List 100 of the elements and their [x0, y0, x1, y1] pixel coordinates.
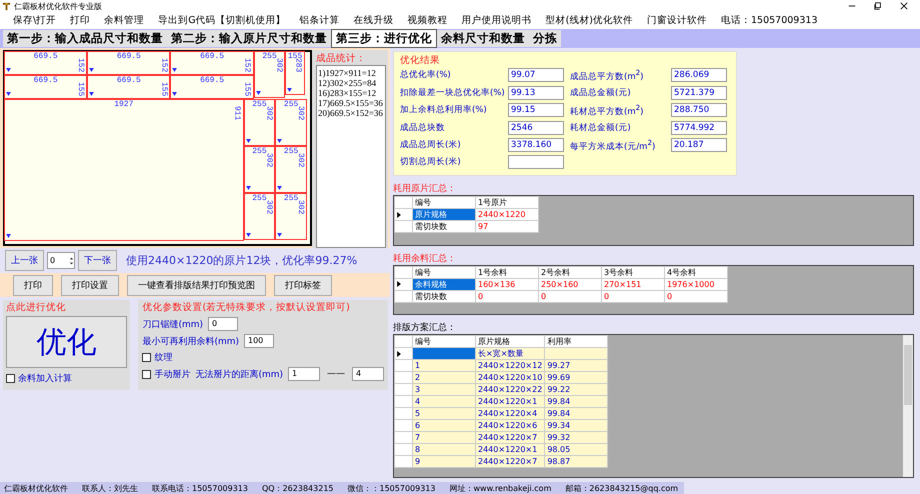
app-logo-icon — [2, 2, 11, 10]
row-pointer-icon — [397, 281, 401, 288]
column-header: 原片规格 — [476, 336, 545, 348]
table-cell: 2440×1220×10 — [476, 372, 545, 384]
column-header: 1号余料 — [476, 266, 538, 278]
table-cell: 98.87 — [544, 456, 608, 468]
table-cell: 2440×1220×7 — [476, 432, 545, 444]
scrollbar[interactable] — [903, 335, 913, 478]
row-header[interactable] — [394, 348, 412, 360]
checkbox[interactable] — [6, 374, 15, 383]
result-field[interactable]: 286.069 — [671, 68, 727, 82]
stats-item[interactable]: 20)669.5×152=36 — [318, 108, 384, 118]
menu-item[interactable]: 视频教程 — [400, 14, 455, 27]
stats-item[interactable]: 12)302×255=84 — [318, 78, 384, 88]
table-cell: 长×宽×数量 — [476, 348, 545, 360]
menu-item[interactable]: 导出到G代码【切割机使用】 — [151, 14, 293, 27]
result-field[interactable]: 99.15 — [508, 103, 564, 118]
row-header[interactable] — [394, 208, 412, 221]
arrow-down-icon — [277, 138, 282, 143]
checkbox-label: 手动掰片 — [154, 368, 190, 380]
result-field[interactable] — [508, 155, 564, 170]
checkbox-label: 纹理 — [154, 352, 172, 364]
result-field[interactable]: 2546 — [508, 120, 564, 135]
table-cell: 8 — [412, 444, 476, 456]
result-field[interactable]: 99.07 — [508, 68, 564, 82]
menu-item[interactable]: 余料管理 — [97, 14, 152, 27]
column-header: 1号原片 — [476, 196, 538, 209]
print-button[interactable]: 打印标签 — [274, 274, 332, 296]
result-field[interactable]: 5774.992 — [671, 120, 727, 135]
result-field[interactable]: 20.187 — [671, 138, 727, 152]
checkbox[interactable] — [142, 353, 152, 362]
print-button[interactable]: 一键查看排版结果打印预览图 — [127, 274, 266, 296]
status-text: 仁霸板材优化软件 — [4, 482, 68, 494]
table-cell: 99.22 — [544, 384, 608, 396]
result-field[interactable]: 288.750 — [671, 103, 727, 118]
result-field[interactable]: 5721.379 — [671, 86, 727, 100]
menu-item[interactable]: 用户使用说明书 — [454, 14, 539, 27]
arrow-down-icon — [277, 233, 282, 238]
table-cell: 2440×1220×1 — [476, 396, 545, 408]
column-header: 编号 — [412, 196, 476, 209]
summary-text: 使用2440×1220的原片12块，优化率99.27% — [126, 253, 358, 268]
menu-item[interactable]: 型材(线材)优化软件 — [538, 14, 640, 27]
result-label: 加上余料总利用率(%) — [400, 104, 488, 116]
distance-from-field[interactable]: 1 — [288, 367, 320, 381]
arrow-down-icon — [256, 91, 261, 96]
field-label: 最小可再利用余料(mm) — [142, 336, 239, 348]
step-tab[interactable]: 第一步：输入成品尺寸和数量 — [3, 30, 167, 47]
menu-item[interactable]: 电话：15057009313 — [714, 14, 824, 27]
menu-item[interactable]: 铝条计算 — [292, 14, 347, 27]
min-leftover-field[interactable]: 100 — [244, 334, 274, 348]
piece-height: 302 — [264, 106, 274, 120]
panel-title: 优化参数设置(若无特殊要求，按默认设置即可) — [142, 301, 351, 314]
stats-item[interactable]: 17)669.5×155=36 — [318, 98, 384, 108]
column-header: 4号余料 — [664, 266, 728, 278]
piece-height: 302 — [296, 106, 305, 120]
arrow-down-icon — [246, 186, 251, 190]
menu-item[interactable]: 在线升级 — [346, 14, 401, 27]
step-tab[interactable]: 余料尺寸和数量 — [437, 30, 529, 47]
prev-button[interactable]: 上一张 — [5, 250, 44, 271]
table-cell: 99.27 — [544, 360, 608, 372]
arrow-down-icon — [89, 92, 94, 96]
table-cell: 250×160 — [538, 278, 602, 290]
piece-height: 155 — [242, 82, 252, 96]
stats-item[interactable]: 16)283×155=12 — [318, 88, 384, 98]
kerf-field[interactable]: 0 — [208, 317, 238, 331]
next-button[interactable]: 下一张 — [78, 250, 117, 271]
table-cell: 98.05 — [544, 444, 608, 456]
column-header: 利用率 — [544, 336, 608, 348]
menu-item[interactable]: 保存\打开 — [6, 14, 64, 27]
step-tab[interactable]: 分拣 — [529, 30, 561, 47]
status-text: QQ：2623843215 — [262, 482, 334, 494]
arrow-down-icon — [287, 88, 292, 92]
piece-height: 302 — [264, 153, 274, 168]
checkbox[interactable] — [142, 370, 152, 378]
optimize-button[interactable]: 优化 — [6, 316, 128, 368]
step-tab[interactable]: 第三步：进行优化 — [331, 29, 437, 48]
distance-to-field[interactable]: 4 — [352, 367, 384, 381]
close-icon[interactable] — [900, 2, 908, 10]
result-field[interactable]: 99.13 — [508, 86, 564, 100]
print-button[interactable]: 打印 — [13, 274, 53, 296]
piece-height: 152 — [159, 58, 168, 72]
table-cell: 2440×1220×6 — [476, 420, 545, 432]
table-cell: 5 — [412, 408, 476, 420]
menu-item[interactable]: 打印 — [63, 14, 98, 27]
piece-height: 152 — [76, 58, 86, 72]
stats-item[interactable]: 1)1927×911=12 — [318, 68, 384, 78]
arrow-down-icon — [6, 92, 11, 96]
table-cell: 2440×1220 — [476, 208, 538, 221]
checkbox-label: 余料加入计算 — [18, 372, 72, 385]
table-cell: 0 — [476, 290, 538, 302]
print-button[interactable]: 打印设置 — [61, 274, 119, 296]
table-cell: 0 — [538, 290, 602, 302]
page-spinner[interactable]: 0 — [47, 252, 75, 269]
arrow-down-icon — [6, 68, 11, 72]
table-cell: 需切块数 — [412, 290, 476, 302]
step-tab[interactable]: 第二步：输入原片尺寸和数量 — [167, 30, 331, 47]
row-header[interactable] — [394, 278, 412, 290]
maximize-icon[interactable] — [874, 2, 882, 10]
result-field[interactable]: 3378.160 — [508, 138, 564, 152]
menu-item[interactable]: 门窗设计软件 — [640, 14, 714, 27]
